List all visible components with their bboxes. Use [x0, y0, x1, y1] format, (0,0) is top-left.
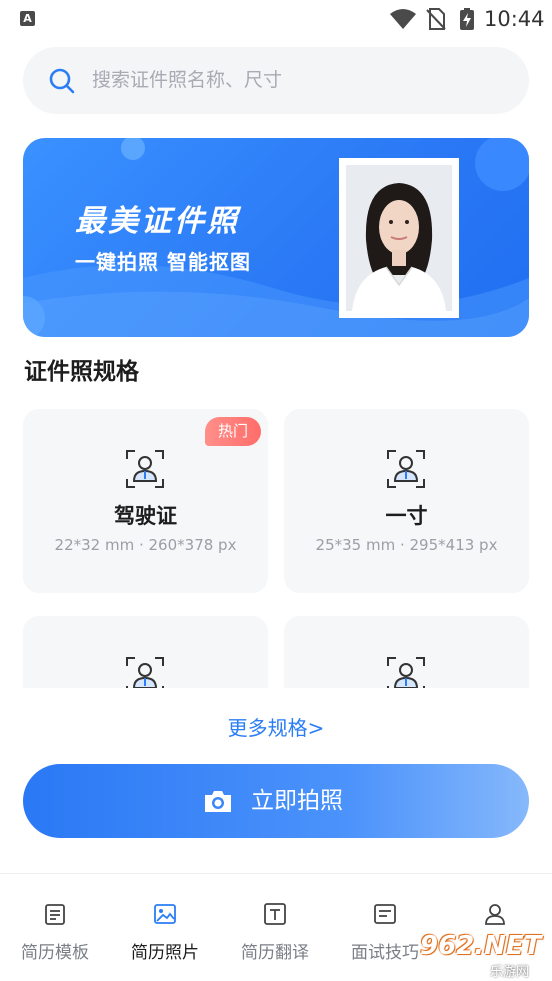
- spec-name: 驾驶证: [114, 504, 177, 528]
- app-notification-icon: A: [20, 11, 35, 26]
- status-bar: A 10:44: [0, 0, 552, 40]
- more-specs-link[interactable]: 更多规格>: [0, 712, 552, 741]
- search-icon: [49, 68, 75, 94]
- banner-subtitle: 一键拍照 智能抠图: [75, 250, 251, 274]
- spec-card[interactable]: [23, 616, 268, 688]
- hot-badge: 热门: [205, 417, 261, 446]
- photo-icon: [154, 904, 176, 924]
- take-photo-button[interactable]: 立即拍照: [23, 764, 529, 838]
- clock: 10:44: [484, 7, 545, 31]
- profile-icon: [485, 904, 505, 925]
- watermark-logo: 962.NET: [420, 931, 542, 961]
- spec-card-one-inch[interactable]: 一寸 25*35 mm · 295*413 px: [284, 409, 529, 593]
- spec-size: 25*35 mm · 295*413 px: [315, 536, 498, 554]
- wifi-icon: [390, 9, 416, 29]
- nav-item-resume-translate[interactable]: 简历翻译: [220, 874, 330, 981]
- spec-size: 22*32 mm · 260*378 px: [54, 536, 237, 554]
- watermark-subtext: 乐游网: [490, 965, 530, 980]
- spec-card-driver-license[interactable]: 热门 驾驶证 22*32 mm · 260*378 px: [23, 409, 268, 593]
- resume-template-icon: [45, 904, 65, 925]
- interview-icon: [374, 904, 396, 924]
- sample-id-photo: [339, 158, 459, 318]
- spec-grid: 热门 驾驶证 22*32 mm · 260*378 px 一寸 25*35 mm…: [0, 408, 552, 688]
- nav-item-resume-template[interactable]: 简历模板: [0, 874, 110, 981]
- nav-item-resume-photo[interactable]: 简历照片: [110, 874, 220, 981]
- watermark: 962.NET 乐游网: [412, 927, 552, 981]
- portrait-scan-icon: [387, 657, 425, 688]
- spec-name: 一寸: [385, 504, 428, 528]
- battery-charging-icon: [460, 8, 474, 30]
- promo-banner[interactable]: 最美证件照 一键拍照 智能抠图: [23, 138, 529, 337]
- search-bar[interactable]: 搜索证件照名称、尺寸: [23, 47, 529, 114]
- banner-title: 最美证件照: [75, 204, 240, 239]
- no-sim-icon: [426, 8, 446, 30]
- spec-card[interactable]: [284, 616, 529, 688]
- translate-icon: [264, 903, 286, 925]
- portrait-scan-icon: [387, 450, 425, 488]
- portrait-scan-icon: [126, 657, 164, 688]
- section-title: 证件照规格: [24, 359, 139, 385]
- nav-label: 简历照片: [131, 943, 199, 963]
- portrait-scan-icon: [126, 450, 164, 488]
- portrait-illustration: [346, 165, 452, 311]
- camera-icon: [205, 791, 231, 812]
- nav-label: 简历翻译: [241, 943, 309, 963]
- nav-label: 简历模板: [21, 943, 89, 963]
- take-photo-label: 立即拍照: [251, 788, 343, 814]
- search-input[interactable]: 搜索证件照名称、尺寸: [92, 47, 282, 114]
